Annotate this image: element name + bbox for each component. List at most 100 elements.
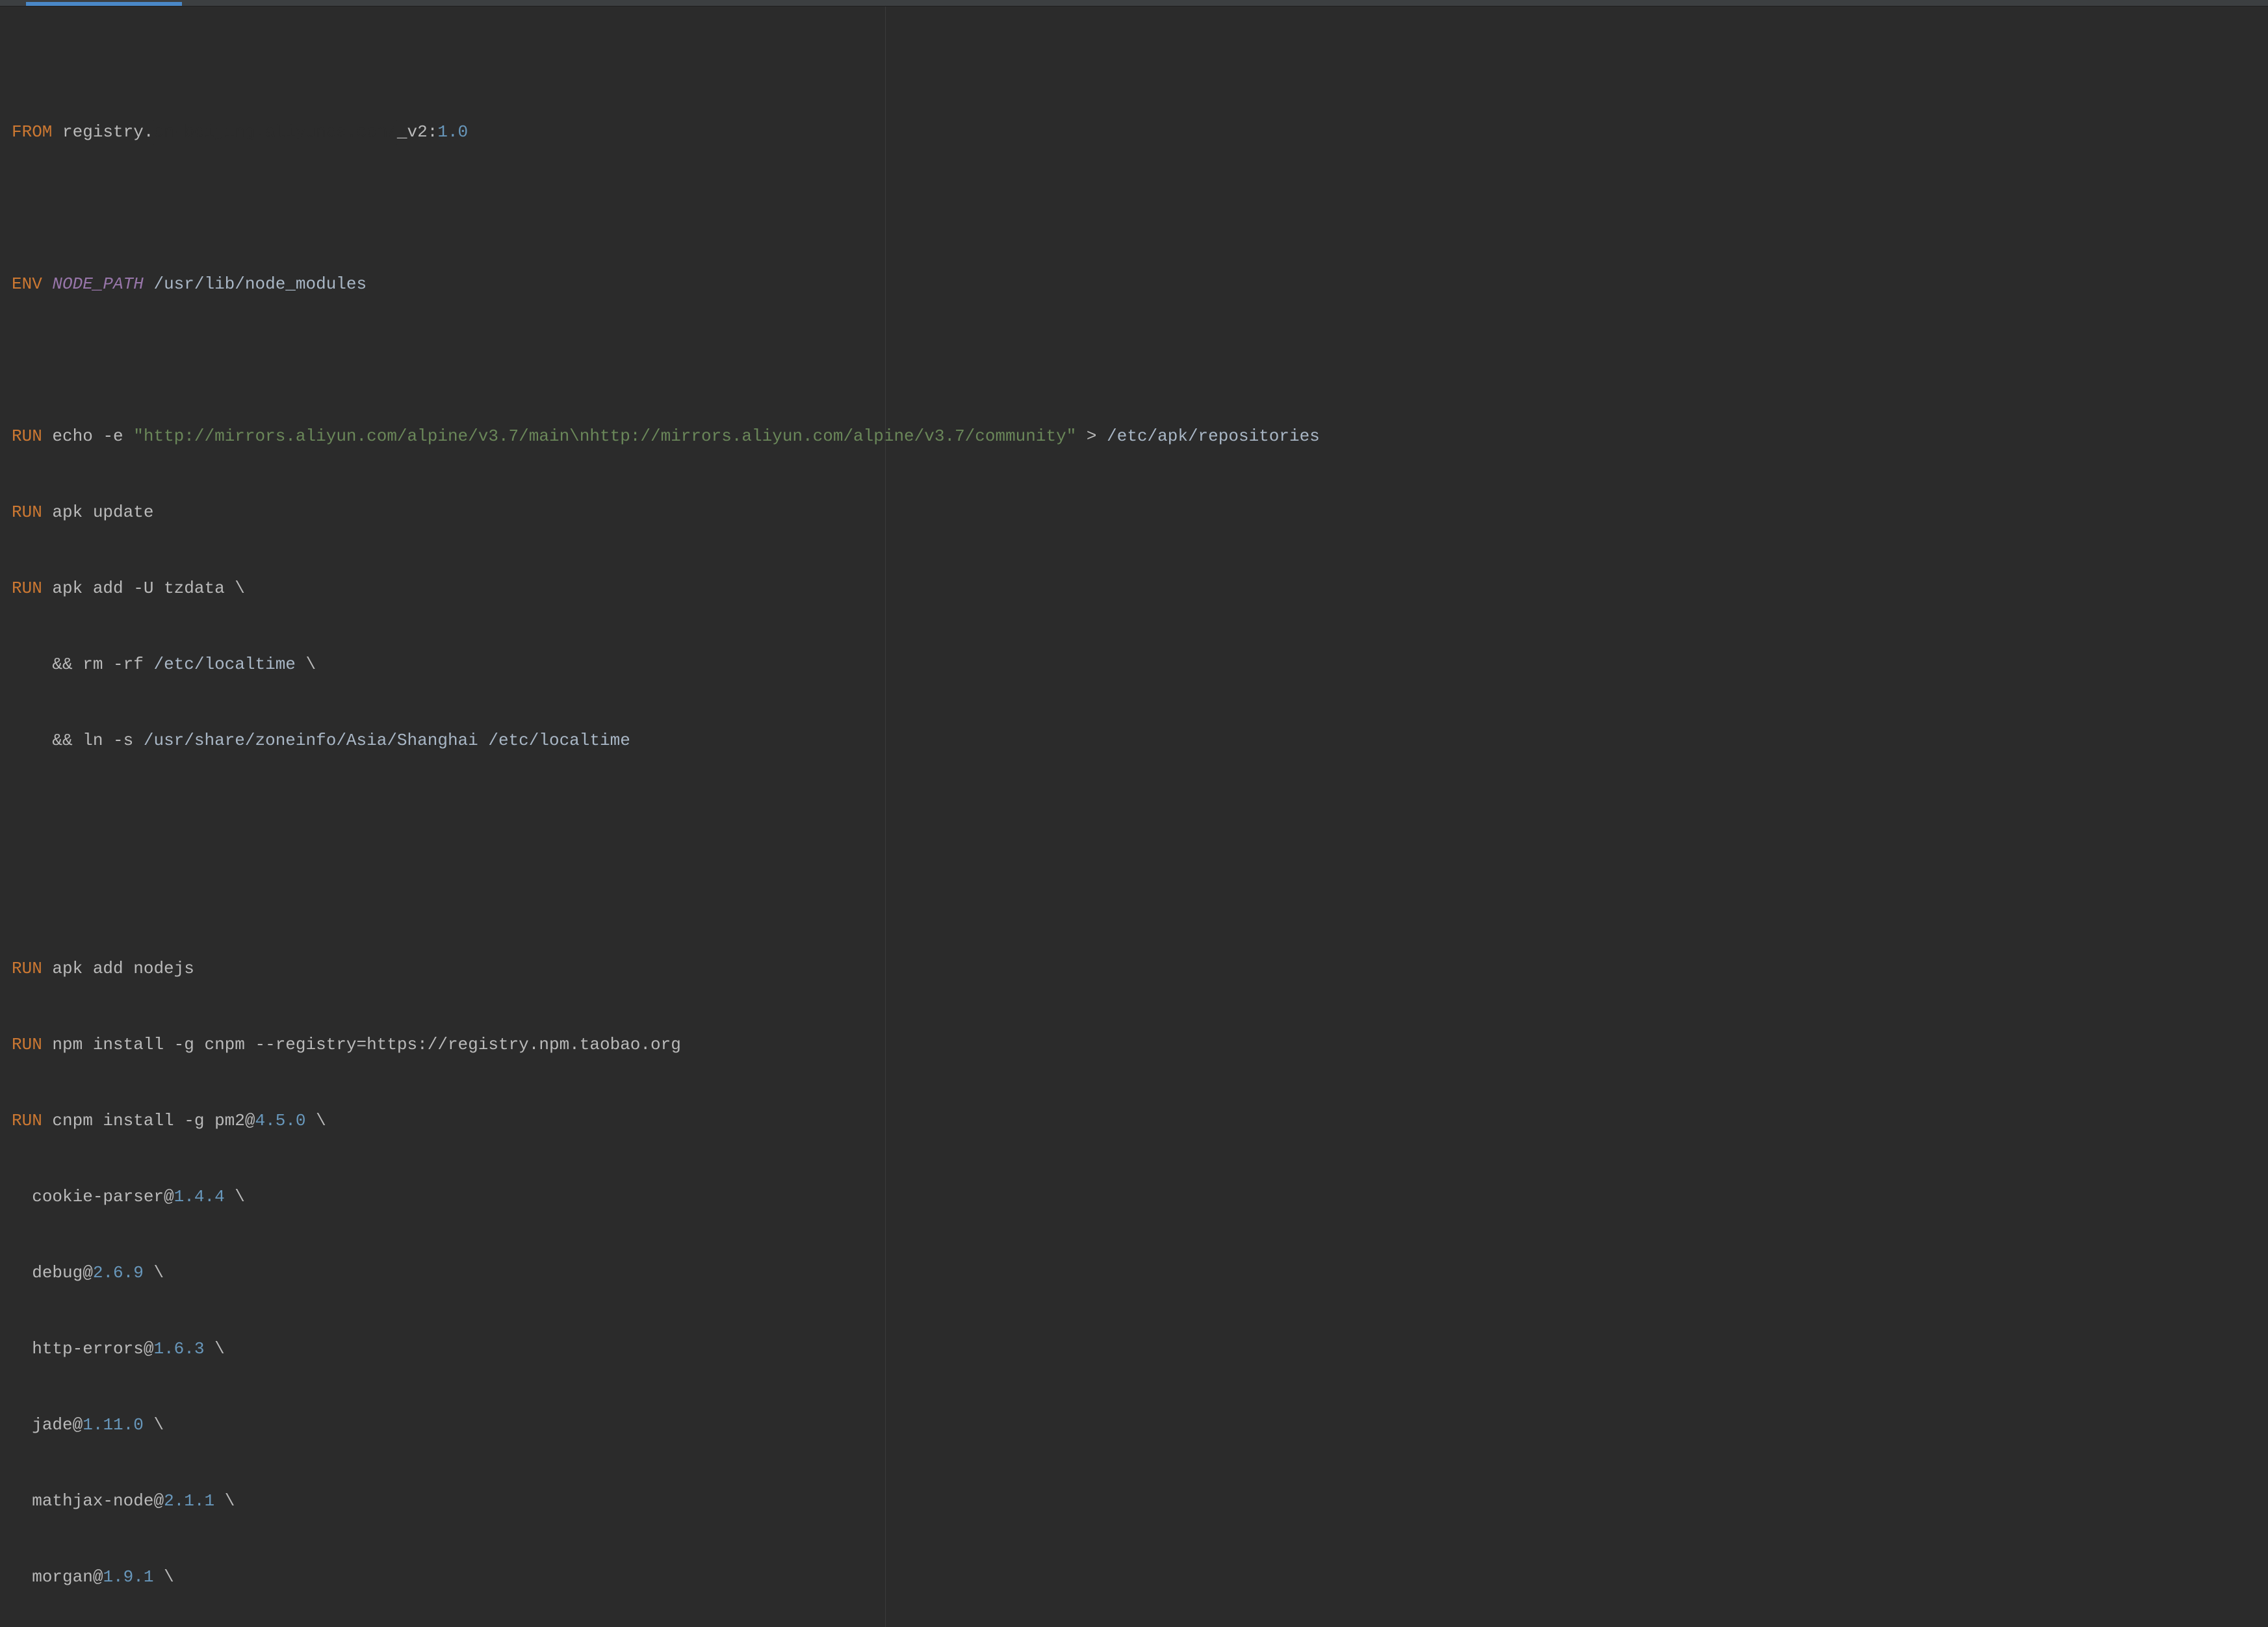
indent <box>12 1491 32 1511</box>
code-line: RUN npm install -g cnpm --registry=https… <box>12 1032 2256 1058</box>
package-name: cookie-parser@ <box>32 1187 174 1206</box>
dockerfile-keyword: RUN <box>12 1035 42 1054</box>
code-line: jade@1.11.0 \ <box>12 1412 2256 1438</box>
code-line <box>12 804 2256 829</box>
code-text: cnpm <box>194 1035 255 1054</box>
string-literal: "http://mirrors.aliyun.com/alpine/v3.7/m… <box>133 426 1076 446</box>
version-number: 1.11.0 <box>83 1415 144 1435</box>
flag-text: -rf <box>113 655 144 674</box>
code-line: && rm -rf /etc/localtime \ <box>12 652 2256 677</box>
code-line: RUN apk add -U tzdata \ <box>12 576 2256 601</box>
code-line <box>12 348 2256 373</box>
version-number: 1.0 <box>437 122 468 142</box>
path-text: /etc/localtime <box>144 655 306 674</box>
version-number: 1.4.4 <box>174 1187 225 1206</box>
code-text <box>306 1111 316 1130</box>
indent <box>12 731 52 750</box>
code-line: http-errors@1.6.3 \ <box>12 1336 2256 1362</box>
version-number: 1.9.1 <box>103 1567 153 1587</box>
dockerfile-keyword: RUN <box>12 426 42 446</box>
dockerfile-keyword: RUN <box>12 1111 42 1130</box>
code-line: debug@2.6.9 \ <box>12 1260 2256 1286</box>
indent <box>12 1187 32 1206</box>
path-text: /etc/apk/repositories <box>1097 426 1320 446</box>
path-text: /usr/share/zoneinfo/Asia/Shanghai /etc/l… <box>133 731 630 750</box>
code-text <box>225 1187 235 1206</box>
indent <box>12 655 52 674</box>
code-text <box>123 426 134 446</box>
flag-text: --registry=https <box>255 1035 418 1054</box>
indent <box>12 1567 32 1587</box>
indent <box>12 1415 32 1435</box>
code-line: FROM registry.cn-beijing.aliyuncs.com/_v… <box>12 120 2256 145</box>
line-continuation: \ <box>235 579 245 598</box>
code-text: rm <box>83 655 113 674</box>
line-continuation: \ <box>225 1491 235 1511</box>
flag-text: -e <box>103 426 123 446</box>
code-text: cnpm install <box>42 1111 184 1130</box>
code-text: apk update <box>42 502 154 522</box>
code-line: RUN cnpm install -g pm2@4.5.0 \ <box>12 1108 2256 1134</box>
indent <box>12 1263 32 1282</box>
code-line: cookie-parser@1.4.4 \ <box>12 1184 2256 1210</box>
tab-bar[interactable] <box>0 0 2268 7</box>
code-line: RUN apk update <box>12 500 2256 525</box>
code-text: npm install <box>42 1035 174 1054</box>
code-text: apk add <box>42 579 133 598</box>
code-line: && ln -s /usr/share/zoneinfo/Asia/Shangh… <box>12 728 2256 753</box>
code-text: registry. <box>52 122 153 142</box>
code-line: RUN apk add nodejs <box>12 956 2256 982</box>
line-continuation: \ <box>214 1339 225 1359</box>
code-text <box>214 1491 225 1511</box>
code-text: apk add nodejs <box>42 959 194 978</box>
package-name: debug@ <box>32 1263 93 1282</box>
line-continuation: \ <box>153 1415 164 1435</box>
line-continuation: \ <box>164 1567 174 1587</box>
line-continuation: \ <box>306 655 316 674</box>
indent <box>12 1339 32 1359</box>
code-text: _v2: <box>397 122 437 142</box>
code-line: morgan@1.9.1 \ <box>12 1565 2256 1590</box>
package-name: jade@ <box>32 1415 83 1435</box>
path-text: /usr/lib/node_modules <box>144 274 367 294</box>
env-variable: NODE_PATH <box>52 274 143 294</box>
flag-text: -U <box>133 579 153 598</box>
line-continuation: \ <box>235 1187 245 1206</box>
dockerfile-keyword: RUN <box>12 959 42 978</box>
version-number: 2.1.1 <box>164 1491 214 1511</box>
code-text <box>144 1415 154 1435</box>
flag-text: -g <box>184 1111 204 1130</box>
package-name: morgan@ <box>32 1567 103 1587</box>
dockerfile-keyword: FROM <box>12 122 52 142</box>
version-number: 1.6.3 <box>153 1339 204 1359</box>
margin-ruler <box>885 7 886 1627</box>
version-number: 2.6.9 <box>93 1263 144 1282</box>
code-text: ln <box>83 731 113 750</box>
redirect-operator: > <box>1076 426 1096 446</box>
code-line: mathjax-node@2.1.1 \ <box>12 1489 2256 1514</box>
code-text: pm2@ <box>204 1111 255 1130</box>
code-line <box>12 196 2256 221</box>
code-line: ENV NODE_PATH /usr/lib/node_modules <box>12 272 2256 297</box>
dockerfile-keyword: RUN <box>12 502 42 522</box>
code-text: echo <box>42 426 103 446</box>
code-text <box>204 1339 214 1359</box>
flag-text: -s <box>113 731 133 750</box>
dockerfile-keyword: RUN <box>12 579 42 598</box>
dockerfile-keyword: ENV <box>12 274 42 294</box>
active-tab-underline <box>26 2 182 6</box>
flag-text: -g <box>174 1035 194 1054</box>
line-continuation: \ <box>316 1111 326 1130</box>
code-text: && <box>52 655 83 674</box>
line-continuation: \ <box>153 1263 164 1282</box>
code-text <box>153 1567 164 1587</box>
version-number: 4.5.0 <box>255 1111 305 1130</box>
code-line: RUN echo -e "http://mirrors.aliyun.com/a… <box>12 424 2256 449</box>
code-line <box>12 880 2256 905</box>
code-text: ://registry.npm.taobao.org <box>417 1035 681 1054</box>
code-editor[interactable]: FROM registry.cn-beijing.aliyuncs.com/_v… <box>0 7 2268 1627</box>
code-text: tzdata <box>153 579 235 598</box>
code-text <box>144 1263 154 1282</box>
package-name: mathjax-node@ <box>32 1491 164 1511</box>
obscured-text: cn-beijing.aliyuncs.com/ <box>153 120 396 145</box>
